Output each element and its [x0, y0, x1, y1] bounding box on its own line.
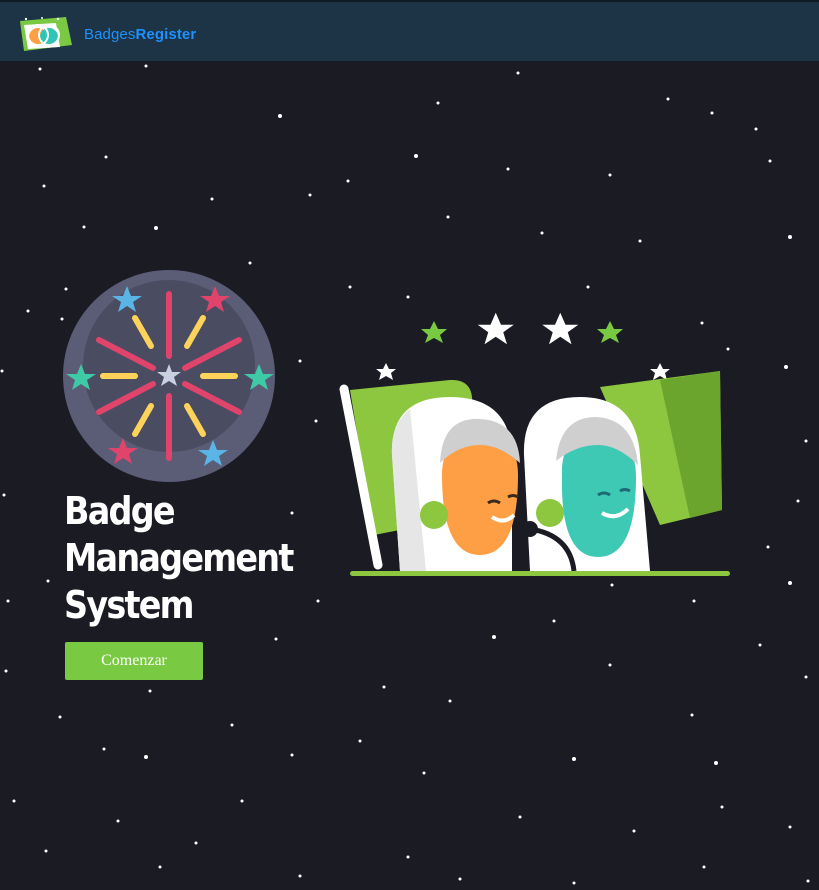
- brand-name: BadgesRegister: [84, 26, 196, 43]
- astronauts-flag-illustration: [339, 312, 730, 576]
- title-line-3: System: [64, 583, 195, 627]
- brand-link[interactable]: BadgesRegister: [16, 16, 196, 52]
- navbar: BadgesRegister: [0, 0, 819, 61]
- page-title: Badge Management System: [64, 488, 294, 629]
- brand-name-bold: Register: [135, 25, 197, 43]
- title-line-1: Badge: [64, 489, 176, 533]
- badges-register-logo-icon: [20, 17, 72, 51]
- brand-name-light: Badges: [84, 25, 136, 43]
- title-line-2: Management: [64, 536, 294, 580]
- confetti-platform-icon: [63, 270, 275, 482]
- start-button[interactable]: Comenzar: [65, 642, 203, 680]
